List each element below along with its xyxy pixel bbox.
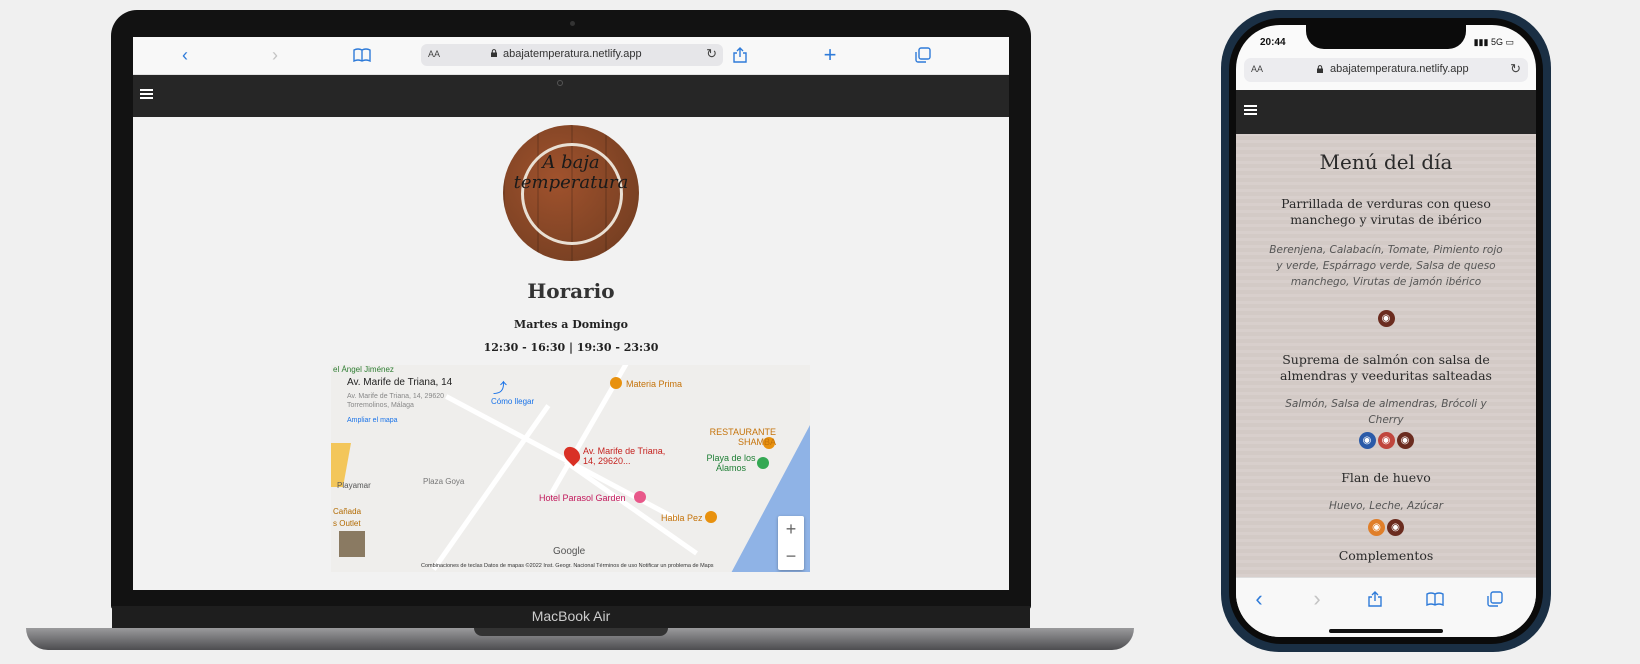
status-time: 20:44 <box>1260 37 1286 48</box>
logo-text: A baja temperatura <box>513 152 629 193</box>
lock-icon <box>1317 65 1323 73</box>
chevron-right-icon[interactable]: › <box>264 44 286 66</box>
chevron-left-icon[interactable]: ‹ <box>174 44 196 66</box>
allergen-list: ◉ <box>1236 308 1536 327</box>
poi-angel-jimenez[interactable]: el Ángel Jiménez <box>333 365 394 374</box>
hamburger-menu-icon[interactable] <box>140 89 153 100</box>
laptop-notch <box>474 628 668 636</box>
horario-days: Martes a Domingo <box>514 318 628 331</box>
directions-icon[interactable]: ⤴ <box>493 378 507 398</box>
chevron-right-icon[interactable]: › <box>1306 588 1328 610</box>
browser-toolbar: ‹ › AA abajatemperatura.netlify.app ↻ + <box>133 37 1009 75</box>
phone-notch <box>1306 25 1466 49</box>
restaurant-pin-icon[interactable] <box>705 511 717 523</box>
horario-title: Horario <box>527 279 615 303</box>
nuts-allergen-icon: ◉ <box>1377 432 1395 449</box>
book-icon[interactable] <box>351 44 373 66</box>
dairy-allergen-icon: ◉ <box>1377 310 1395 327</box>
section-complementos: Complementos <box>1338 548 1434 563</box>
dish-name: Suprema de salmón con salsa de almendras… <box>1280 352 1492 383</box>
share-icon[interactable] <box>1364 588 1386 610</box>
map-card-address: Av. Marife de Triana, 14, 29620 Torremol… <box>347 393 445 409</box>
site-navbar <box>133 75 1009 117</box>
zoom-in-button[interactable]: + <box>778 516 804 543</box>
reload-icon[interactable]: ↻ <box>706 46 717 62</box>
directions-link[interactable]: Cómo llegar <box>491 397 534 406</box>
zoom-out-button[interactable]: − <box>778 543 804 570</box>
poi-materia-prima[interactable]: Materia Prima <box>626 379 682 389</box>
egg-allergen-icon: ◉ <box>1368 519 1385 536</box>
status-signal: ▮▮▮ 5G ▭ <box>1473 37 1514 47</box>
tabs-icon[interactable] <box>1484 588 1506 610</box>
poi-outlet[interactable]: s Outlet <box>333 519 361 528</box>
dish-description: Huevo, Leche, Azúcar <box>1328 500 1444 512</box>
address-bar[interactable]: AA abajatemperatura.netlify.app ↻ <box>421 44 723 66</box>
address-bar[interactable]: AA abajatemperatura.netlify.app ↻ <box>1244 58 1528 82</box>
home-indicator <box>1329 629 1443 633</box>
book-icon[interactable] <box>1424 588 1446 610</box>
satellite-thumbnail[interactable] <box>339 531 365 557</box>
dish-description: Berenjena, Calabacín, Tomate, Pimiento r… <box>1269 244 1503 288</box>
map-card-title: Av. Marife de Triana, 14 <box>347 377 453 388</box>
reader-aa-button[interactable]: AA <box>1251 64 1263 74</box>
plus-icon[interactable]: + <box>819 44 841 66</box>
phone-screen: 20:44 ▮▮▮ 5G ▭ AA abajatemperatura.netli… <box>1236 25 1536 637</box>
tabs-icon[interactable] <box>912 44 934 66</box>
hotel-pin-icon[interactable] <box>634 491 646 503</box>
horario-hours: 12:30 - 16:30 | 19:30 - 23:30 <box>483 341 659 354</box>
poi-playamar[interactable]: Playamar <box>337 481 371 490</box>
map-enlarge-link[interactable]: Ampliar el mapa <box>347 417 398 424</box>
dish-name: Parrillada de verduras con queso mancheg… <box>1281 196 1491 227</box>
allergen-list: ◉ ◉ ◉ <box>1236 430 1536 449</box>
street-label: Plaza Goya <box>423 477 465 486</box>
restaurant-logo: A baja temperatura <box>503 125 639 261</box>
embedded-map[interactable]: Av. Marife de Triana, 14 Av. Marife de T… <box>331 365 810 572</box>
url-text: abajatemperatura.netlify.app <box>503 48 642 60</box>
fish-allergen-icon: ◉ <box>1358 432 1376 449</box>
map-footer: Combinaciones de teclas Datos de mapas ©… <box>421 563 714 569</box>
network-label: 5G <box>1490 37 1503 47</box>
site-navbar <box>1236 90 1536 134</box>
map-zoom-control: + − <box>778 516 804 570</box>
map-road <box>564 459 698 556</box>
reload-icon[interactable]: ↻ <box>1510 61 1521 77</box>
webcam-indicator <box>557 80 563 86</box>
restaurant-pin-icon[interactable] <box>610 377 622 389</box>
map-road <box>431 404 551 571</box>
camera-icon <box>570 21 575 26</box>
menu-title: Menú del día <box>1319 150 1453 174</box>
poi-habla-pez[interactable]: Habla Pez <box>661 513 703 523</box>
chevron-left-icon[interactable]: ‹ <box>1248 588 1270 610</box>
dairy-allergen-icon: ◉ <box>1387 519 1404 536</box>
url-text: abajatemperatura.netlify.app <box>1330 63 1469 75</box>
dairy-allergen-icon: ◉ <box>1396 432 1414 449</box>
hamburger-menu-icon[interactable] <box>1244 105 1257 116</box>
menu-section: Menú del día Parrillada de verduras con … <box>1236 134 1536 577</box>
poi-canada[interactable]: Cañada <box>333 507 361 516</box>
dish-name: Flan de huevo <box>1341 470 1431 485</box>
poi-playa-alamos[interactable]: Playa de los Álamos <box>706 453 756 473</box>
dish-description: Salmón, Salsa de almendras, Brócoli y Ch… <box>1285 398 1487 426</box>
allergen-list: ◉ ◉ <box>1236 517 1536 536</box>
pin-label: Av. Marife de Triana, 14, 29620... <box>583 446 666 466</box>
google-logo: Google <box>553 546 586 557</box>
browser-toolbar: ‹ › <box>1236 577 1536 637</box>
share-icon[interactable] <box>729 44 751 66</box>
laptop-screen: ‹ › AA abajatemperatura.netlify.app ↻ + … <box>133 37 1009 590</box>
lock-icon <box>491 49 497 57</box>
reader-aa-button[interactable]: AA <box>428 49 440 59</box>
beach-pin-icon[interactable] <box>757 457 769 469</box>
poi-restaurante-shamba[interactable]: RESTAURANTE SHAMBA <box>696 427 776 447</box>
poi-hotel[interactable]: Hotel Parasol Garden <box>539 493 626 503</box>
macbook-label: MacBook Air <box>531 608 611 624</box>
